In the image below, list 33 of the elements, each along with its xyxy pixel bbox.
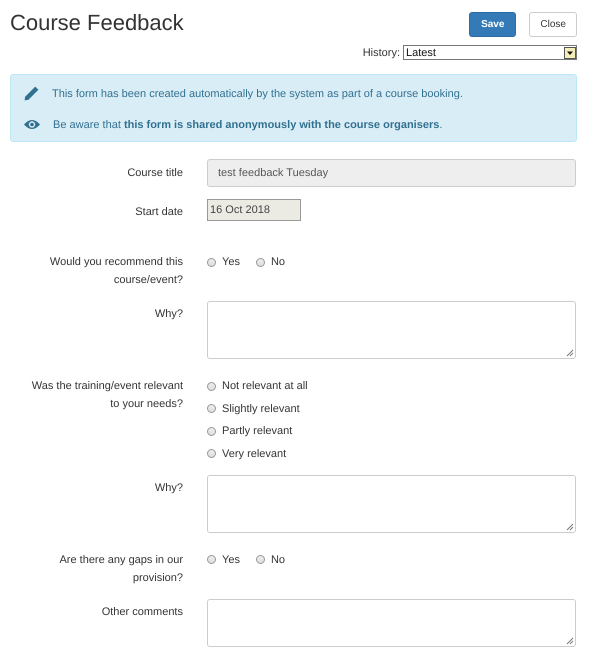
radio-option[interactable]: Partly relevant — [207, 422, 576, 440]
save-button[interactable]: Save — [469, 12, 516, 37]
radio-option[interactable]: No — [256, 253, 286, 271]
history-label: History: — [362, 46, 400, 58]
eye-icon — [23, 118, 41, 131]
pencil-icon — [23, 85, 40, 102]
radio-option[interactable]: Very relevant — [207, 444, 576, 462]
radio-option[interactable]: No — [256, 550, 286, 568]
field-label: Was the training/event relevant to your needs? — [32, 380, 183, 410]
field-label: Start date — [135, 206, 183, 218]
field-label: Why? — [154, 308, 183, 320]
radio-option[interactable]: Slightly relevant — [207, 400, 576, 418]
radio-option[interactable]: Yes — [207, 550, 240, 568]
page-title: Course Feedback — [10, 10, 184, 36]
text-area[interactable] — [207, 474, 576, 532]
resize-grip-icon — [566, 349, 574, 357]
course-title-field[interactable]: test feedback Tuesday — [207, 159, 576, 187]
resize-grip-icon — [566, 522, 574, 530]
alert-text: This form has been created automatically by the system as part of a course booking. — [52, 88, 463, 100]
text-area[interactable] — [207, 598, 576, 646]
radio-option[interactable]: Not relevant at all — [207, 377, 576, 395]
date-field[interactable]: 16 Oct 2018 — [207, 199, 301, 221]
resize-grip-icon — [566, 636, 574, 644]
field-label: Course title — [127, 167, 183, 179]
radio-option[interactable]: Yes — [207, 253, 240, 271]
field-label: Why? — [154, 482, 183, 494]
alert-text: Be aware that this form is shared anonymously with the course organisers. — [53, 118, 442, 130]
close-button[interactable]: Close — [529, 12, 577, 37]
field-label: Are there any gaps in our provision? — [59, 554, 183, 584]
text-area[interactable] — [207, 301, 576, 359]
field-label: Other comments — [102, 606, 183, 618]
history-select[interactable]: Latest — [403, 45, 577, 60]
field-label: Would you recommend this course/event? — [50, 256, 183, 286]
